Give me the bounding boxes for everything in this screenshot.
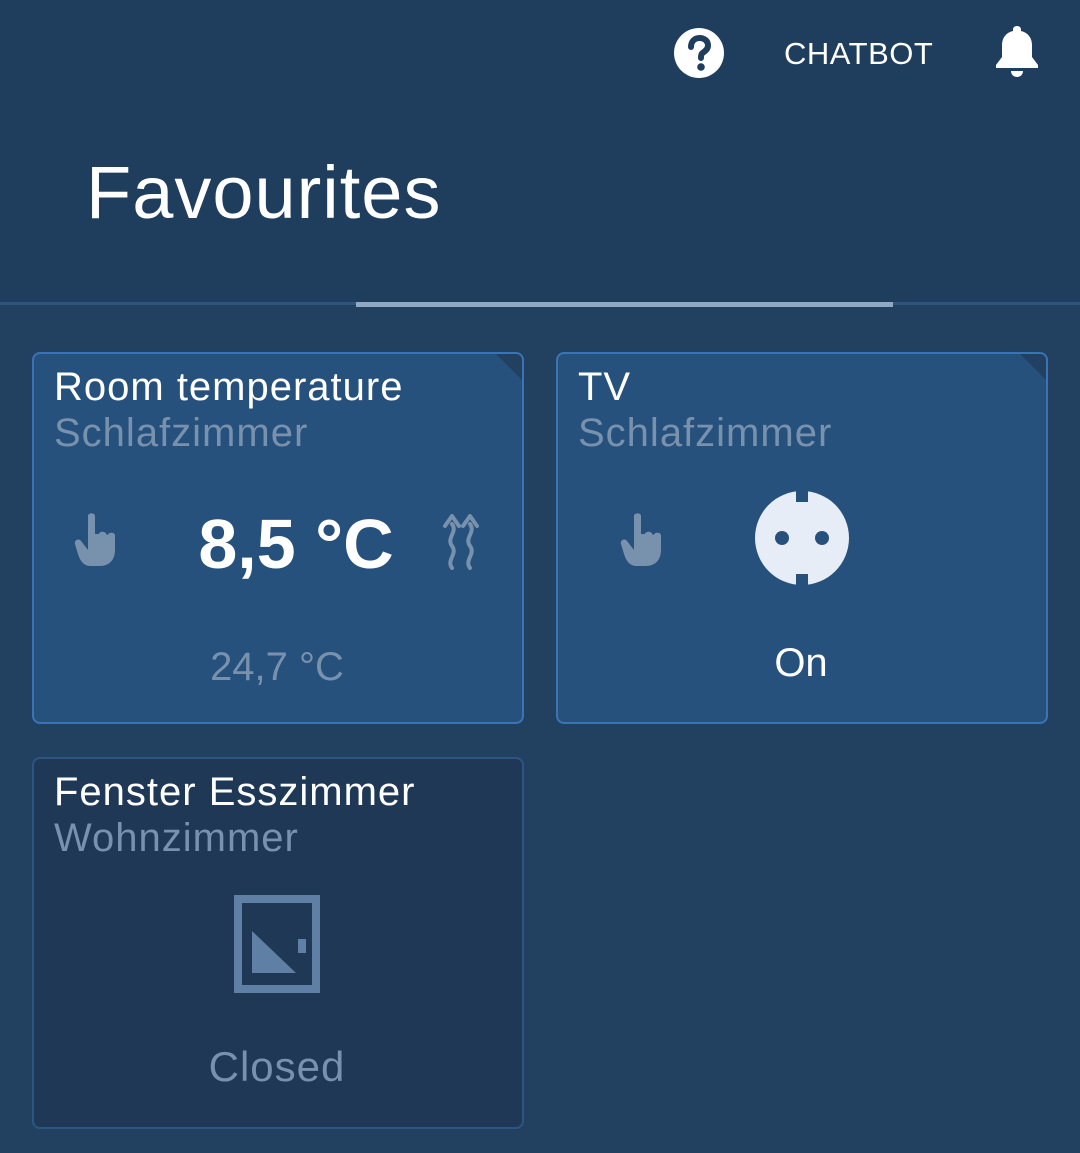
page-title: Favourites xyxy=(86,151,442,234)
heating-icon xyxy=(436,510,488,570)
card-corner-fold xyxy=(494,354,522,382)
tv-card[interactable]: TV Schlafzimmer On xyxy=(556,352,1048,724)
window-contact-card[interactable]: Fenster Esszimmer Wohnzimmer Closed xyxy=(32,757,524,1129)
card-room: Wohnzimmer xyxy=(54,816,299,860)
hand-pointer-icon xyxy=(618,510,668,568)
power-socket-icon[interactable] xyxy=(754,490,850,586)
card-title: TV xyxy=(578,365,632,409)
measured-temperature: 24,7 °C xyxy=(210,645,344,689)
help-button[interactable] xyxy=(672,26,726,80)
tab-indicator xyxy=(356,302,893,307)
window-state: Closed xyxy=(208,1043,346,1090)
chatbot-button[interactable]: CHATBOT xyxy=(784,34,933,74)
room-temperature-card[interactable]: Room temperature Schlafzimmer 8,5 °C 24,… xyxy=(32,352,524,724)
window-contact-icon xyxy=(234,895,320,993)
card-corner-fold xyxy=(1018,354,1046,382)
question-circle-icon xyxy=(674,28,724,78)
card-room: Schlafzimmer xyxy=(54,411,309,455)
device-state: On xyxy=(774,641,828,685)
card-room: Schlafzimmer xyxy=(578,411,833,455)
notifications-button[interactable] xyxy=(992,24,1042,78)
card-title: Fenster Esszimmer xyxy=(54,770,416,814)
bell-icon xyxy=(996,26,1038,77)
card-title: Room temperature xyxy=(54,365,404,409)
target-temperature: 8,5 °C xyxy=(198,505,394,583)
app-header: CHATBOT Favourites xyxy=(0,0,1080,305)
hand-pointer-icon xyxy=(72,510,122,568)
